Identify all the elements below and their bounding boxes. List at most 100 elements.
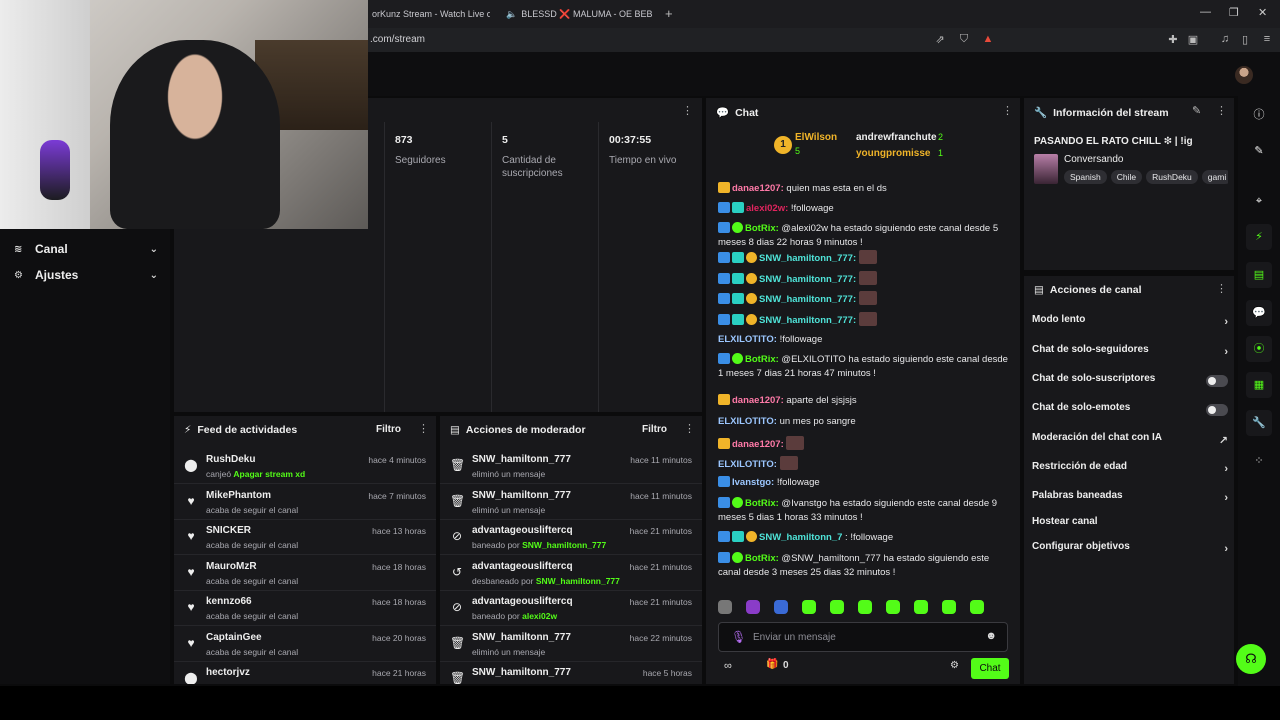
list-item[interactable]: ♥ MikePhantom acaba de seguir el canal hace… — [174, 484, 436, 520]
community-icon[interactable]: ⁘ — [1246, 448, 1272, 474]
chat-username[interactable]: SNW_hamiltonn_7 — [759, 532, 842, 543]
list-item-name[interactable]: hectorjvz — [206, 667, 250, 678]
more-options-icon[interactable]: ⋮ — [1216, 282, 1227, 295]
toggle-switch[interactable] — [1206, 375, 1228, 387]
more-options-icon[interactable]: ⋮ — [684, 422, 695, 435]
url-text[interactable]: .com/stream — [370, 34, 425, 45]
sidebar-icon[interactable]: ▯ — [1238, 33, 1252, 47]
list-item-name[interactable]: kennzo66 — [206, 596, 252, 607]
second-place-name[interactable]: andrewfranchute — [856, 132, 937, 143]
chat-message[interactable]: Ivanstgo: !followage — [718, 476, 1014, 490]
chat-message[interactable]: BotRix: @Ivanstgo ha estado siguiendo es… — [718, 497, 1014, 524]
channel-action-item[interactable]: Moderación del chat con IA ↗ — [1032, 432, 1228, 452]
chat-username[interactable]: alexi02w: — [746, 203, 788, 214]
more-options-icon[interactable]: ⋮ — [418, 422, 429, 435]
list-item-name[interactable]: SNW_hamiltonn_777 — [472, 454, 571, 465]
chat-message[interactable]: SNW_hamiltonn_777: — [718, 312, 1014, 328]
chat-message[interactable]: BotRix: @SNW_hamiltonn_777 ha estado sig… — [718, 552, 1014, 579]
list-item[interactable]: ♥ kennzo66 acaba de seguir el canal hace 18… — [174, 590, 436, 626]
close-window-icon[interactable]: ✕ — [1258, 6, 1267, 19]
list-item[interactable]: 🗑 SNW_hamiltonn_777 eliminó un mensaje hace… — [440, 448, 702, 484]
chat-message[interactable]: SNW_hamiltonn_7 : !followage — [718, 531, 1014, 545]
list-item-name[interactable]: advantageousliftercq — [472, 596, 573, 607]
gift-icon[interactable]: 🎁 — [766, 659, 778, 670]
channel-action-item[interactable]: Chat de solo-suscriptores — [1032, 373, 1228, 393]
list-item-name[interactable]: SNW_hamiltonn_777 — [472, 632, 571, 643]
rewards-icon[interactable]: ▲ — [981, 33, 995, 47]
chat-username[interactable]: Ivanstgo: — [732, 477, 774, 488]
chat-username[interactable]: SNW_hamiltonn_777: — [759, 253, 856, 264]
wallet-icon[interactable]: ▣ — [1186, 33, 1200, 47]
share-icon[interactable]: ⇗ — [933, 33, 947, 47]
chat-message[interactable]: danae1207: quien mas esta en el ds — [718, 182, 1014, 196]
shield-icon[interactable]: ⛉ — [957, 33, 971, 47]
list-item[interactable]: ♥ CaptainGee acaba de seguir el canal hace … — [174, 626, 436, 662]
list-item-name[interactable]: SNICKER — [206, 525, 251, 536]
channel-action-item[interactable]: Palabras baneadas › — [1032, 490, 1228, 510]
chat-username[interactable]: BotRix: — [745, 223, 779, 234]
list-item[interactable]: ♥ SNICKER acaba de seguir el canal hace 13 … — [174, 519, 436, 555]
chat-username[interactable]: ELXILOTITO: — [718, 416, 777, 427]
gear-icon[interactable]: ⚙ — [950, 660, 959, 671]
chat-send-button[interactable]: Chat — [971, 658, 1009, 679]
maximize-icon[interactable]: ❐ — [1229, 6, 1239, 19]
list-item[interactable]: ⬤ RushDeku canjeó Apagar stream xd hace 4 m… — [174, 448, 436, 484]
list-item-name[interactable]: SNW_hamiltonn_777 — [472, 667, 571, 678]
list-item[interactable]: ⊘ advantageousliftercq baneado por SNW_ham… — [440, 519, 702, 555]
chat-username[interactable]: danae1207: — [732, 183, 784, 194]
channel-action-item[interactable]: Modo lento › — [1032, 314, 1228, 334]
channel-action-item[interactable]: Hostear canal — [1032, 516, 1228, 536]
microphone-icon[interactable]: 🎙 — [731, 630, 746, 644]
media-icon[interactable]: ♫ — [1218, 33, 1232, 47]
chat-message[interactable]: alexi02w: !followage — [718, 202, 1014, 216]
list-item[interactable]: 🗑 SNW_hamiltonn_777 eliminó un mensaje hace… — [440, 484, 702, 520]
chat-message[interactable]: danae1207: aparte del sjsjsjs — [718, 394, 1014, 408]
chat-message[interactable]: ELXILOTITO: — [718, 456, 1014, 472]
focus-icon[interactable]: ⌖ — [1246, 188, 1272, 214]
emoji-icon[interactable]: ☻ — [985, 630, 997, 642]
mod-filter-button[interactable]: Filtro — [642, 424, 667, 435]
toggle-switch[interactable] — [1206, 404, 1228, 416]
list-item[interactable]: ↺ advantageousliftercq desbaneado por SNW_… — [440, 555, 702, 591]
edit-icon[interactable]: ✎ — [1192, 104, 1201, 117]
chat-message[interactable]: ELXILOTITO: un mes po sangre — [718, 415, 1014, 429]
chat-username[interactable]: BotRix: — [745, 553, 779, 564]
broadcast-icon[interactable]: ⦿ — [1246, 336, 1272, 362]
chat-message[interactable]: SNW_hamiltonn_777: — [718, 271, 1014, 287]
chat-username[interactable]: SNW_hamiltonn_777: — [759, 274, 856, 285]
list-item-name[interactable]: MikePhantom — [206, 490, 271, 501]
chat-username[interactable]: ELXILOTITO: — [718, 459, 777, 470]
chat-icon[interactable]: 💬 — [1246, 300, 1272, 326]
chat-message[interactable]: SNW_hamiltonn_777: — [718, 250, 1014, 266]
nav-ajustes[interactable]: ⚙ Ajustes ⌄ — [14, 265, 162, 285]
extensions-icon[interactable]: ✚ — [1166, 33, 1180, 47]
chat-username[interactable]: SNW_hamiltonn_777: — [759, 315, 856, 326]
more-options-icon[interactable]: ⋮ — [1002, 104, 1013, 117]
list-item[interactable]: 🗑 SNW_hamiltonn_777 eliminó un mensaje hace… — [440, 626, 702, 662]
channel-action-item[interactable]: Chat de solo-seguidores › — [1032, 344, 1228, 364]
browser-tab-youtube[interactable]: 🔈 BLESSD ❌ MALUMA - OE BEBÉ — [502, 5, 652, 23]
channel-action-item[interactable]: Configurar objetivos › — [1032, 541, 1228, 561]
third-place-name[interactable]: youngpromisse — [856, 148, 930, 159]
chat-message[interactable]: ELXILOTITO: !followage — [718, 333, 1014, 347]
menu-icon[interactable]: ≡ — [1260, 33, 1274, 47]
chat-username[interactable]: ELXILOTITO: — [718, 334, 777, 345]
new-tab-icon[interactable]: + — [665, 6, 673, 21]
info-icon[interactable]: ⓘ — [1246, 102, 1272, 128]
chat-username[interactable]: BotRix: — [745, 498, 779, 509]
channel-action-item[interactable]: Chat de solo-emotes — [1032, 402, 1228, 422]
chat-username[interactable]: SNW_hamiltonn_777: — [759, 294, 856, 305]
list-item[interactable]: ♥ MauroMzR acaba de seguir el canal hace 18… — [174, 555, 436, 591]
channel-action-item[interactable]: Restricción de edad › — [1032, 461, 1228, 481]
chat-message[interactable]: SNW_hamiltonn_777: — [718, 291, 1014, 307]
layout-icon[interactable]: ▦ — [1246, 372, 1272, 398]
clipboard-icon[interactable]: ▤ — [1246, 262, 1272, 288]
chat-username[interactable]: danae1207: — [732, 439, 784, 450]
user-avatar[interactable] — [1235, 66, 1253, 84]
wrench-icon[interactable]: 🔧 — [1246, 410, 1272, 436]
nav-canal[interactable]: ≋ Canal ⌄ — [14, 239, 162, 259]
support-button[interactable]: ☊ — [1236, 644, 1266, 674]
chat-username[interactable]: danae1207: — [732, 395, 784, 406]
lightning-icon[interactable]: ⚡ — [1246, 224, 1272, 250]
list-item-name[interactable]: advantageousliftercq — [472, 525, 573, 536]
